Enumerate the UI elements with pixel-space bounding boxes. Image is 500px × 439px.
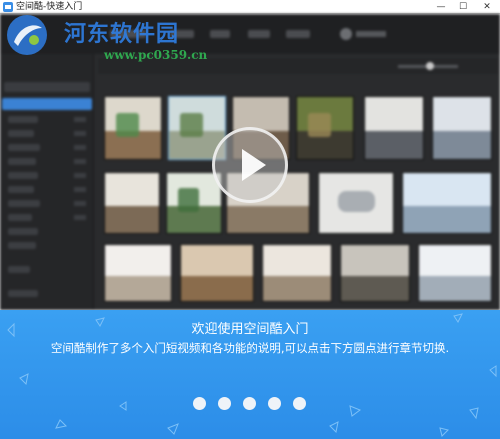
app-logo-icon [3, 2, 13, 12]
chapter-dot-2[interactable] [218, 397, 231, 410]
chapter-dot-4[interactable] [268, 397, 281, 410]
view-options-strip [98, 58, 498, 74]
toolbar-placeholder [248, 30, 270, 38]
sidebar-item [8, 242, 36, 249]
sidebar-item [8, 116, 38, 123]
sidebar-item-selected [2, 98, 92, 110]
sidebar-count [74, 187, 86, 192]
sidebar-item [8, 266, 30, 273]
app-preview-toolbar [0, 14, 500, 54]
scene-thumbnail [104, 96, 162, 160]
tour-title: 欢迎使用空间酷入门 [191, 322, 309, 337]
chapter-dot-1[interactable] [193, 397, 206, 410]
close-button[interactable]: ✕ [476, 0, 498, 14]
toolbar-placeholder [110, 30, 146, 38]
toolbar-placeholder [210, 30, 230, 38]
scene-thumbnail [104, 172, 160, 234]
zoom-slider-knob [426, 62, 434, 70]
sidebar-count [74, 145, 86, 150]
scene-thumbnail [262, 244, 332, 302]
scene-thumbnail [166, 172, 222, 234]
sidebar-count [74, 201, 86, 206]
sidebar-item [8, 144, 40, 151]
scene-thumbnail [318, 172, 394, 234]
tour-description: 空间酷制作了多个入门短视频和各功能的说明,可以点击下方圆点进行章节切换. [50, 341, 450, 355]
play-button[interactable] [212, 127, 288, 203]
title-bar: 空间酷-快速入门 — ☐ ✕ [0, 0, 500, 14]
sidebar-item [8, 130, 34, 137]
scene-thumbnail [180, 244, 254, 302]
minimize-button[interactable]: — [430, 0, 452, 14]
chapter-dot-5[interactable] [293, 397, 306, 410]
app-preview-sidebar [0, 54, 94, 310]
sidebar-item [8, 186, 34, 193]
sidebar-count [74, 159, 86, 164]
sidebar-header-placeholder [4, 82, 90, 92]
play-icon [242, 149, 266, 181]
sidebar-item [8, 214, 32, 221]
sidebar-item [8, 290, 38, 297]
sidebar-item [8, 200, 40, 207]
sidebar-count [74, 131, 86, 136]
chapter-dot-3[interactable] [243, 397, 256, 410]
chapter-pagination [193, 397, 309, 411]
sidebar-item [8, 228, 38, 235]
avatar [340, 28, 352, 40]
sidebar-count [74, 117, 86, 122]
toolbar-placeholder [286, 30, 310, 38]
scene-thumbnail [432, 96, 492, 160]
scene-thumbnail [104, 244, 172, 302]
scene-thumbnail [296, 96, 354, 160]
sidebar-count [74, 215, 86, 220]
toolbar-placeholder [170, 30, 194, 38]
sidebar-item [8, 158, 36, 165]
scene-thumbnail [418, 244, 492, 302]
scene-thumbnail [402, 172, 492, 234]
scene-thumbnail [364, 96, 424, 160]
sidebar-count [74, 173, 86, 178]
user-name-placeholder [356, 31, 386, 37]
sidebar-item [8, 172, 38, 179]
window-title: 空间酷-快速入门 [16, 2, 83, 12]
scene-thumbnail [340, 244, 410, 302]
tour-info-panel: 欢迎使用空间酷入门 空间酷制作了多个入门短视频和各功能的说明,可以点击下方圆点进… [0, 310, 500, 439]
maximize-button[interactable]: ☐ [452, 0, 474, 14]
